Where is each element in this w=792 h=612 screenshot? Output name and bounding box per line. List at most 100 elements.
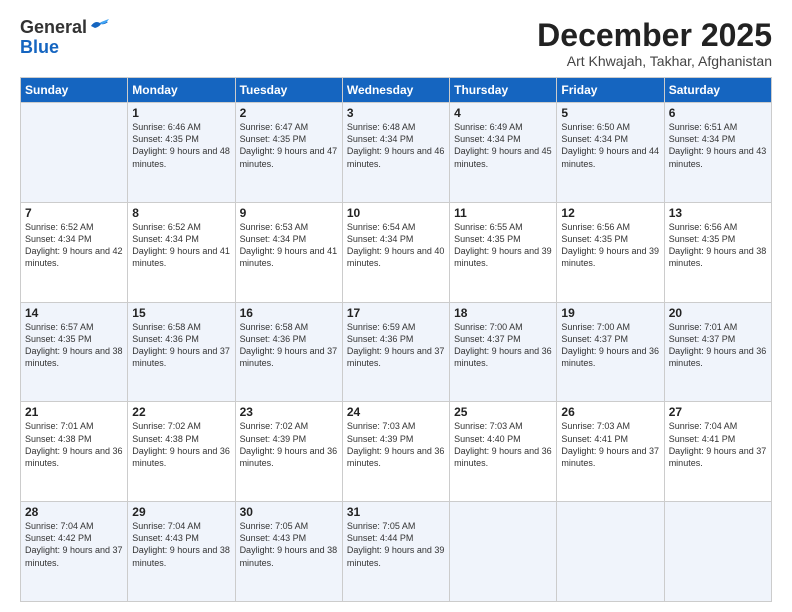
day-info: Sunrise: 6:52 AMSunset: 4:34 PMDaylight:… bbox=[132, 221, 230, 270]
table-row: 31Sunrise: 7:05 AMSunset: 4:44 PMDayligh… bbox=[342, 502, 449, 602]
day-number: 26 bbox=[561, 405, 659, 419]
sunset-text: Sunset: 4:35 PM bbox=[669, 233, 767, 245]
sunset-text: Sunset: 4:35 PM bbox=[240, 133, 338, 145]
day-number: 21 bbox=[25, 405, 123, 419]
day-number: 15 bbox=[132, 306, 230, 320]
sunrise-text: Sunrise: 7:03 AM bbox=[454, 420, 552, 432]
sunrise-text: Sunrise: 6:56 AM bbox=[669, 221, 767, 233]
day-info: Sunrise: 6:54 AMSunset: 4:34 PMDaylight:… bbox=[347, 221, 445, 270]
sunset-text: Sunset: 4:35 PM bbox=[561, 233, 659, 245]
day-number: 3 bbox=[347, 106, 445, 120]
day-info: Sunrise: 6:58 AMSunset: 4:36 PMDaylight:… bbox=[240, 321, 338, 370]
table-row: 30Sunrise: 7:05 AMSunset: 4:43 PMDayligh… bbox=[235, 502, 342, 602]
logo: General Blue bbox=[20, 18, 111, 58]
table-row: 18Sunrise: 7:00 AMSunset: 4:37 PMDayligh… bbox=[450, 302, 557, 402]
day-info: Sunrise: 7:04 AMSunset: 4:43 PMDaylight:… bbox=[132, 520, 230, 569]
sunset-text: Sunset: 4:34 PM bbox=[347, 233, 445, 245]
daylight-text: Daylight: 9 hours and 36 minutes. bbox=[561, 345, 659, 369]
table-row bbox=[450, 502, 557, 602]
daylight-text: Daylight: 9 hours and 36 minutes. bbox=[669, 345, 767, 369]
table-row: 24Sunrise: 7:03 AMSunset: 4:39 PMDayligh… bbox=[342, 402, 449, 502]
day-number: 23 bbox=[240, 405, 338, 419]
sunset-text: Sunset: 4:34 PM bbox=[347, 133, 445, 145]
table-row: 25Sunrise: 7:03 AMSunset: 4:40 PMDayligh… bbox=[450, 402, 557, 502]
day-number: 24 bbox=[347, 405, 445, 419]
day-info: Sunrise: 7:03 AMSunset: 4:41 PMDaylight:… bbox=[561, 420, 659, 469]
sunrise-text: Sunrise: 6:50 AM bbox=[561, 121, 659, 133]
table-row: 9Sunrise: 6:53 AMSunset: 4:34 PMDaylight… bbox=[235, 202, 342, 302]
sunset-text: Sunset: 4:43 PM bbox=[240, 532, 338, 544]
daylight-text: Daylight: 9 hours and 37 minutes. bbox=[132, 345, 230, 369]
table-row bbox=[557, 502, 664, 602]
day-number: 10 bbox=[347, 206, 445, 220]
day-number: 13 bbox=[669, 206, 767, 220]
table-row: 17Sunrise: 6:59 AMSunset: 4:36 PMDayligh… bbox=[342, 302, 449, 402]
calendar-week-row: 7Sunrise: 6:52 AMSunset: 4:34 PMDaylight… bbox=[21, 202, 772, 302]
col-friday: Friday bbox=[557, 78, 664, 103]
day-info: Sunrise: 6:50 AMSunset: 4:34 PMDaylight:… bbox=[561, 121, 659, 170]
daylight-text: Daylight: 9 hours and 42 minutes. bbox=[25, 245, 123, 269]
sunrise-text: Sunrise: 6:53 AM bbox=[240, 221, 338, 233]
day-number: 25 bbox=[454, 405, 552, 419]
sunrise-text: Sunrise: 6:59 AM bbox=[347, 321, 445, 333]
daylight-text: Daylight: 9 hours and 38 minutes. bbox=[132, 544, 230, 568]
sunrise-text: Sunrise: 7:04 AM bbox=[25, 520, 123, 532]
table-row: 26Sunrise: 7:03 AMSunset: 4:41 PMDayligh… bbox=[557, 402, 664, 502]
sunrise-text: Sunrise: 7:00 AM bbox=[561, 321, 659, 333]
day-number: 18 bbox=[454, 306, 552, 320]
col-monday: Monday bbox=[128, 78, 235, 103]
day-info: Sunrise: 7:05 AMSunset: 4:43 PMDaylight:… bbox=[240, 520, 338, 569]
table-row: 13Sunrise: 6:56 AMSunset: 4:35 PMDayligh… bbox=[664, 202, 771, 302]
day-info: Sunrise: 7:04 AMSunset: 4:42 PMDaylight:… bbox=[25, 520, 123, 569]
day-info: Sunrise: 6:56 AMSunset: 4:35 PMDaylight:… bbox=[561, 221, 659, 270]
sunset-text: Sunset: 4:36 PM bbox=[132, 333, 230, 345]
daylight-text: Daylight: 9 hours and 48 minutes. bbox=[132, 145, 230, 169]
daylight-text: Daylight: 9 hours and 37 minutes. bbox=[240, 345, 338, 369]
sunrise-text: Sunrise: 7:01 AM bbox=[669, 321, 767, 333]
sunrise-text: Sunrise: 6:49 AM bbox=[454, 121, 552, 133]
col-sunday: Sunday bbox=[21, 78, 128, 103]
sunset-text: Sunset: 4:37 PM bbox=[669, 333, 767, 345]
table-row: 21Sunrise: 7:01 AMSunset: 4:38 PMDayligh… bbox=[21, 402, 128, 502]
day-info: Sunrise: 7:02 AMSunset: 4:39 PMDaylight:… bbox=[240, 420, 338, 469]
day-number: 19 bbox=[561, 306, 659, 320]
sunset-text: Sunset: 4:34 PM bbox=[132, 233, 230, 245]
sunrise-text: Sunrise: 7:03 AM bbox=[347, 420, 445, 432]
col-saturday: Saturday bbox=[664, 78, 771, 103]
calendar-week-row: 28Sunrise: 7:04 AMSunset: 4:42 PMDayligh… bbox=[21, 502, 772, 602]
sunset-text: Sunset: 4:40 PM bbox=[454, 433, 552, 445]
day-info: Sunrise: 7:04 AMSunset: 4:41 PMDaylight:… bbox=[669, 420, 767, 469]
daylight-text: Daylight: 9 hours and 38 minutes. bbox=[669, 245, 767, 269]
daylight-text: Daylight: 9 hours and 36 minutes. bbox=[454, 445, 552, 469]
day-number: 29 bbox=[132, 505, 230, 519]
sunset-text: Sunset: 4:34 PM bbox=[669, 133, 767, 145]
daylight-text: Daylight: 9 hours and 45 minutes. bbox=[454, 145, 552, 169]
table-row: 5Sunrise: 6:50 AMSunset: 4:34 PMDaylight… bbox=[557, 103, 664, 203]
calendar-week-row: 21Sunrise: 7:01 AMSunset: 4:38 PMDayligh… bbox=[21, 402, 772, 502]
table-row: 27Sunrise: 7:04 AMSunset: 4:41 PMDayligh… bbox=[664, 402, 771, 502]
sunrise-text: Sunrise: 7:04 AM bbox=[669, 420, 767, 432]
day-number: 6 bbox=[669, 106, 767, 120]
sunrise-text: Sunrise: 6:47 AM bbox=[240, 121, 338, 133]
day-number: 30 bbox=[240, 505, 338, 519]
daylight-text: Daylight: 9 hours and 41 minutes. bbox=[240, 245, 338, 269]
daylight-text: Daylight: 9 hours and 36 minutes. bbox=[25, 445, 123, 469]
sunset-text: Sunset: 4:34 PM bbox=[454, 133, 552, 145]
sunrise-text: Sunrise: 7:02 AM bbox=[240, 420, 338, 432]
day-number: 12 bbox=[561, 206, 659, 220]
table-row: 10Sunrise: 6:54 AMSunset: 4:34 PMDayligh… bbox=[342, 202, 449, 302]
col-tuesday: Tuesday bbox=[235, 78, 342, 103]
sunrise-text: Sunrise: 6:48 AM bbox=[347, 121, 445, 133]
sunrise-text: Sunrise: 6:46 AM bbox=[132, 121, 230, 133]
location-subtitle: Art Khwajah, Takhar, Afghanistan bbox=[537, 53, 772, 69]
sunset-text: Sunset: 4:39 PM bbox=[240, 433, 338, 445]
calendar-week-row: 14Sunrise: 6:57 AMSunset: 4:35 PMDayligh… bbox=[21, 302, 772, 402]
daylight-text: Daylight: 9 hours and 39 minutes. bbox=[454, 245, 552, 269]
table-row: 16Sunrise: 6:58 AMSunset: 4:36 PMDayligh… bbox=[235, 302, 342, 402]
day-number: 9 bbox=[240, 206, 338, 220]
daylight-text: Daylight: 9 hours and 37 minutes. bbox=[669, 445, 767, 469]
table-row: 12Sunrise: 6:56 AMSunset: 4:35 PMDayligh… bbox=[557, 202, 664, 302]
day-info: Sunrise: 6:59 AMSunset: 4:36 PMDaylight:… bbox=[347, 321, 445, 370]
sunset-text: Sunset: 4:37 PM bbox=[454, 333, 552, 345]
day-number: 2 bbox=[240, 106, 338, 120]
